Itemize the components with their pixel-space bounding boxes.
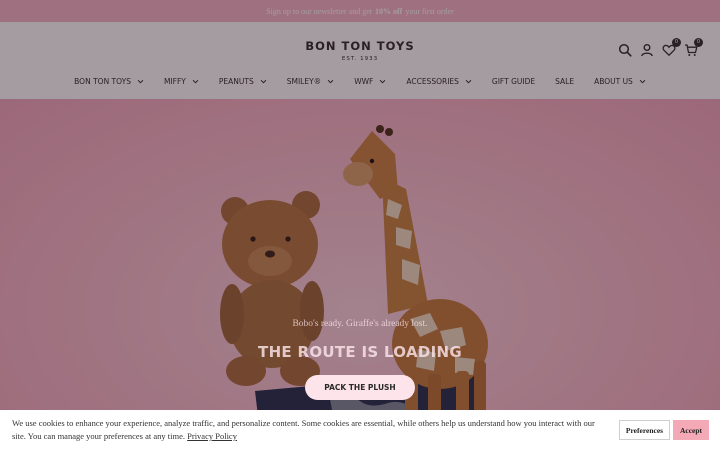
hero-subtitle: Bobo's ready. Giraffe's already lost. [292, 319, 428, 329]
hero-title: THE ROUTE IS LOADING [258, 343, 462, 361]
cookie-banner: We use cookies to enhance your experienc… [0, 410, 720, 450]
privacy-policy-link[interactable]: Privacy Policy [187, 431, 237, 441]
cookie-message: We use cookies to enhance your experienc… [12, 417, 610, 443]
preferences-button[interactable]: Preferences [619, 420, 670, 440]
accept-button[interactable]: Accept [673, 420, 709, 440]
cookie-text: We use cookies to enhance your experienc… [12, 418, 595, 441]
pack-the-plush-button[interactable]: PACK THE PLUSH [305, 375, 415, 400]
